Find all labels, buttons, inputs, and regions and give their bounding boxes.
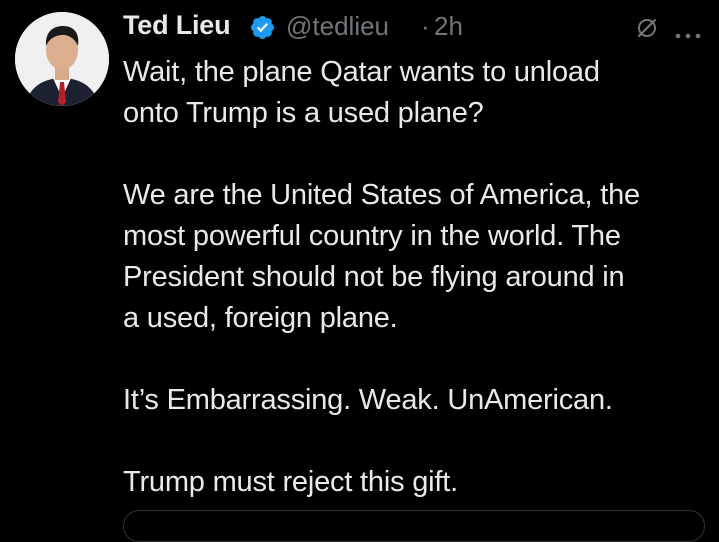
tweet-line: President should not be flying around in — [123, 261, 625, 293]
timestamp[interactable]: 2h — [434, 11, 463, 42]
tweet: Ted Lieu @tedlieu · 2h Wait, the plane Q… — [0, 0, 719, 542]
tweet-text: Wait, the plane Qatar wants to unload on… — [123, 52, 708, 503]
tweet-line: most powerful country in the world. The — [123, 220, 621, 252]
author-handle[interactable]: @tedlieu — [286, 11, 389, 42]
grok-icon[interactable] — [636, 17, 658, 39]
tweet-line: onto Trump is a used plane? — [123, 97, 484, 129]
separator-dot: · — [421, 11, 430, 41]
tweet-line: Wait, the plane Qatar wants to unload — [123, 56, 600, 88]
avatar[interactable] — [15, 12, 109, 106]
tweet-header: Ted Lieu @tedlieu · 2h — [123, 8, 709, 44]
embedded-card-edge[interactable] — [123, 510, 705, 542]
tweet-line: It’s Embarrassing. Weak. UnAmerican. — [123, 384, 613, 416]
tweet-line: We are the United States of America, the — [123, 179, 640, 211]
more-options-icon[interactable] — [674, 26, 702, 39]
author-name[interactable]: Ted Lieu — [123, 10, 231, 41]
tweet-line: a used, foreign plane. — [123, 302, 398, 334]
avatar-image — [15, 12, 109, 106]
tweet-line: Trump must reject this gift. — [123, 466, 458, 498]
verified-badge-icon — [249, 14, 276, 41]
